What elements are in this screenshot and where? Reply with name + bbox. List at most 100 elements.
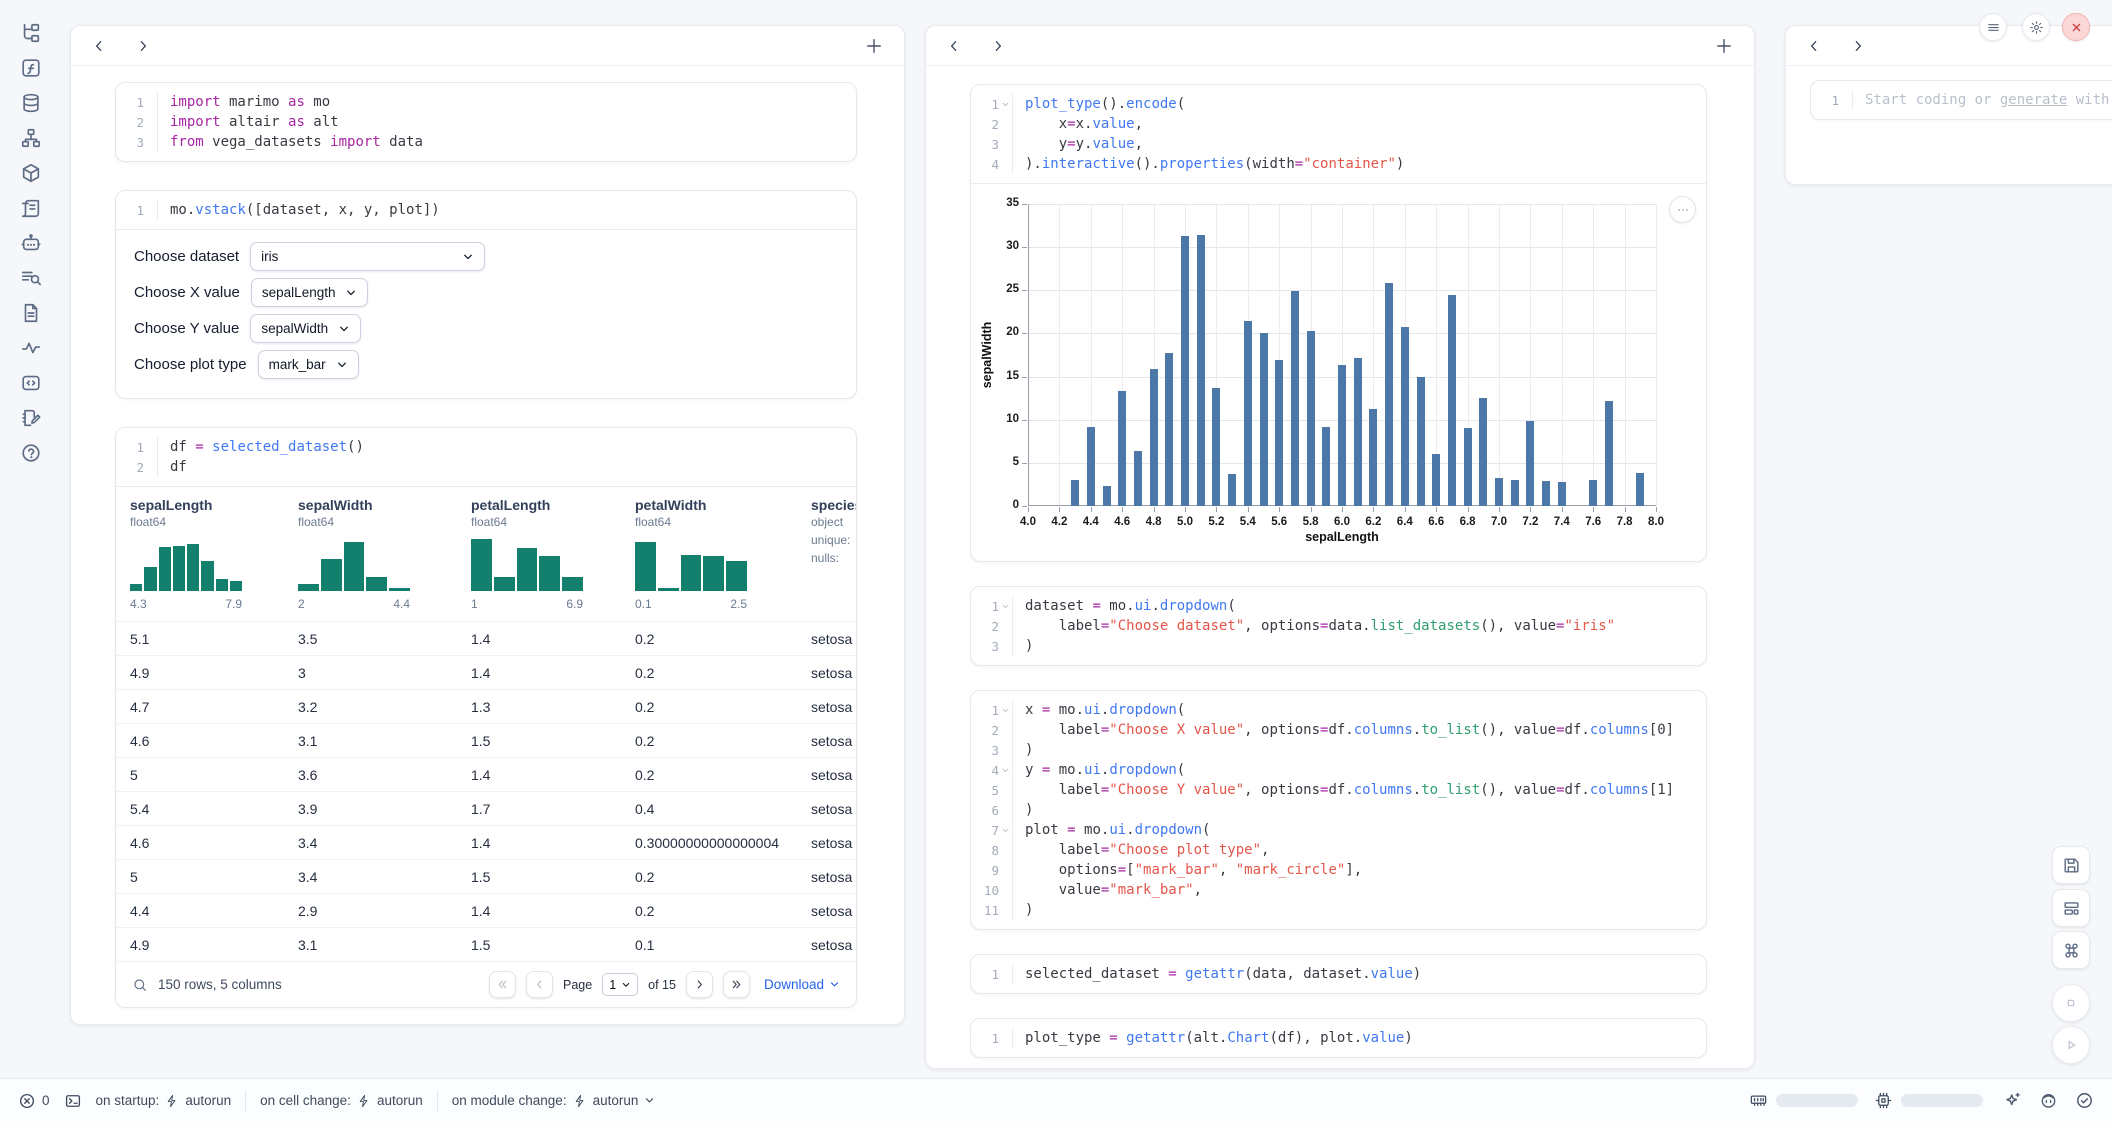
error-count-button[interactable]: 0 (18, 1092, 50, 1110)
status-bar: 0 on startup:autorun on cell change:autor… (0, 1078, 2112, 1122)
runtime-config-1[interactable]: on startup:autorun (96, 1093, 232, 1108)
save-button[interactable] (2052, 846, 2090, 884)
code-line: 3) (971, 740, 1706, 760)
code-text: plot_type = getattr(alt.Chart(df), plot.… (1012, 1028, 1413, 1048)
line-number: 2 (971, 117, 999, 132)
variables-icon[interactable] (20, 337, 42, 359)
scratchpad-icon[interactable] (20, 407, 42, 429)
sparkles-icon[interactable] (2003, 1091, 2022, 1110)
dropdown-value: iris (261, 249, 278, 264)
code-line: 2 label="Choose dataset", options=data.l… (971, 616, 1706, 636)
notebook-column-1: 1import marimo as mo2import altair as al… (70, 25, 905, 1025)
chat-icon[interactable] (20, 232, 42, 254)
dropdown-choose-y-value[interactable]: sepalWidth (250, 314, 361, 343)
code-editor[interactable]: 1import marimo as mo2import altair as al… (116, 83, 856, 161)
scroll-column-left-icon[interactable] (1806, 38, 1822, 54)
code-editor[interactable]: 1dataset = mo.ui.dropdown(2 label="Choos… (971, 587, 1706, 665)
download-button[interactable]: Download (764, 977, 840, 992)
chart-bar (1197, 235, 1205, 506)
stop-button[interactable] (2052, 984, 2090, 1022)
documentation-icon[interactable] (20, 302, 42, 324)
add-cell-button[interactable] (1714, 36, 1734, 56)
scroll-column-right-icon[interactable] (135, 38, 151, 54)
gear-button[interactable] (2022, 13, 2050, 41)
code-cell-xy-plot-dropdowns: 1x = mo.ui.dropdown(2 label="Choose X va… (970, 690, 1707, 930)
code-editor[interactable]: 1plot_type().encode(2 x=x.value,3 y=y.va… (971, 85, 1706, 183)
x-tick-label: 4.4 (1074, 516, 1108, 528)
chart-bar (1307, 331, 1315, 506)
column-range: 4.3 7.9 (130, 597, 242, 611)
check-circle-icon[interactable] (2075, 1091, 2094, 1110)
line-number: 2 (971, 619, 999, 634)
table-cell: setosa (811, 733, 857, 749)
chart-menu-button[interactable] (1669, 196, 1696, 223)
last-page-button[interactable] (723, 971, 750, 998)
line-number: 2 (971, 723, 999, 738)
menu-button[interactable] (1979, 13, 2007, 41)
line-number: 1 (971, 599, 999, 614)
file-explorer-icon[interactable] (20, 22, 42, 44)
tracebacks-icon[interactable] (20, 267, 42, 289)
dependencies-icon[interactable] (20, 127, 42, 149)
first-page-button[interactable] (489, 971, 516, 998)
next-page-button[interactable] (686, 971, 713, 998)
range-min: 4.3 (130, 597, 147, 611)
dropdown-choose-dataset[interactable]: iris (250, 242, 485, 271)
range-max: 7.9 (225, 597, 242, 611)
scroll-column-right-icon[interactable] (1850, 38, 1866, 54)
range-min: 0.1 (635, 597, 652, 611)
code-line: 6) (971, 800, 1706, 820)
dropdown-choose-plot-type[interactable]: mark_bar (258, 350, 359, 379)
code-text: df = selected_dataset() (157, 437, 364, 457)
layout-button[interactable] (2052, 889, 2090, 927)
table-cell: setosa (811, 631, 857, 647)
code-editor[interactable]: 1plot_type = getattr(alt.Chart(df), plot… (971, 1019, 1706, 1057)
search-icon[interactable] (132, 977, 148, 993)
plot-area[interactable]: 051015202530354.04.24.44.64.85.05.25.45.… (1028, 204, 1656, 506)
x-tick-label: 6.0 (1325, 516, 1359, 528)
packages-icon[interactable] (20, 162, 42, 184)
add-cell-button[interactable] (864, 36, 884, 56)
command-button[interactable] (2052, 931, 2090, 969)
scroll-column-left-icon[interactable] (946, 38, 962, 54)
page-select[interactable]: 1 (602, 973, 638, 996)
code-text: y = mo.ui.dropdown( (1012, 760, 1185, 780)
column-name: petalLength (471, 497, 629, 513)
scroll-column-left-icon[interactable] (91, 38, 107, 54)
table-cell: setosa (811, 835, 857, 851)
help-icon[interactable] (20, 442, 42, 464)
generate-link[interactable]: generate (2000, 92, 2067, 108)
line-number: 4 (971, 157, 999, 172)
x-tick-label: 6.6 (1419, 516, 1453, 528)
memory-icon (1749, 1091, 1768, 1110)
code-editor[interactable]: 1mo.vstack([dataset, x, y, plot]) (116, 191, 856, 229)
runtime-config-2[interactable]: on cell change:autorun (260, 1093, 423, 1108)
code-line: 5 label="Choose Y value", options=df.col… (971, 780, 1706, 800)
terminal-icon[interactable] (64, 1092, 82, 1110)
datasources-icon[interactable] (20, 92, 42, 114)
scroll-column-right-icon[interactable] (990, 38, 1006, 54)
code-editor[interactable]: 1selected_dataset = getattr(data, datase… (971, 955, 1706, 993)
range-min: 1 (471, 597, 478, 611)
prev-page-button[interactable] (526, 971, 553, 998)
play-button[interactable] (2052, 1026, 2090, 1064)
dropdown-choose-x-value[interactable]: sepalLength (251, 278, 369, 307)
column-dtype: float64 (471, 515, 629, 529)
runtime-config-3[interactable]: on module change:autorun (452, 1093, 656, 1108)
bolt-icon (573, 1094, 587, 1108)
logs-icon[interactable] (20, 197, 42, 219)
code-editor[interactable]: 1df = selected_dataset()2df (116, 428, 856, 486)
close-button[interactable] (2062, 13, 2090, 41)
y-tick-label: 25 (987, 283, 1019, 295)
code-editor[interactable]: 1 Start coding or generate with AI (1811, 81, 2112, 119)
snippets-icon[interactable] (20, 372, 42, 394)
functions-icon[interactable] (20, 57, 42, 79)
code-editor[interactable]: 1x = mo.ui.dropdown(2 label="Choose X va… (971, 691, 1706, 929)
table-cell: 0.2 (635, 903, 811, 919)
code-cell-dataframe: 1df = selected_dataset()2df sepalLengthf… (115, 427, 857, 1008)
code-line: 2 x=x.value, (971, 114, 1706, 134)
chart-bar (1212, 388, 1220, 506)
robot-icon[interactable] (2039, 1091, 2058, 1110)
editor-placeholder: Start coding or generate with AI (1852, 90, 2112, 110)
table-cell: 5.1 (130, 631, 298, 647)
